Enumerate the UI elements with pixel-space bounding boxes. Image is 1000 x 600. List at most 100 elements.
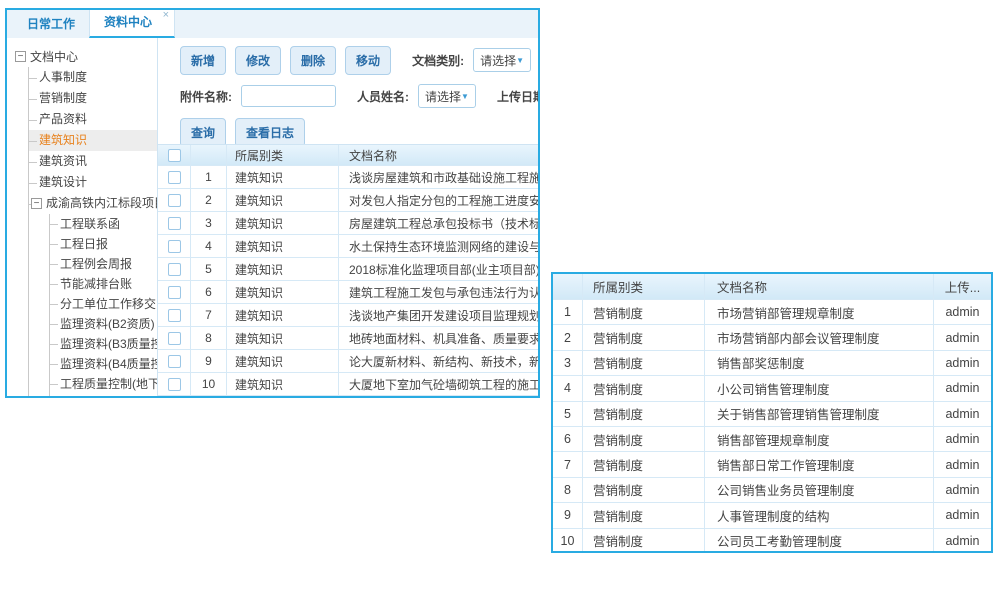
table-row[interactable]: 2 营销制度 市场营销部内部会议管理制度 admin [553, 325, 991, 350]
row-docname: 地砖地面材料、机具准备、质量要求及... [339, 327, 538, 349]
collapse-icon[interactable]: − [31, 198, 42, 209]
query-button[interactable]: 查询 [180, 118, 226, 147]
toolbar-row-query: 查询 查看日志 [180, 120, 538, 144]
row-uploader: admin [934, 325, 991, 349]
add-button[interactable]: 新增 [180, 46, 226, 75]
tree-item-project-clipped[interactable]: 工程质量控制 [50, 394, 157, 396]
close-icon[interactable]: × [163, 9, 169, 21]
row-uploader: admin [934, 529, 991, 553]
tree-item-project-8[interactable]: 工程质量控制(地下室) [50, 374, 157, 394]
tree-item-project-1[interactable]: 工程日报 [50, 234, 157, 254]
num-header [553, 274, 583, 299]
row-docname: 房屋建筑工程总承包投标书（技术标）... [339, 212, 538, 234]
doc-category-select[interactable]: 请选择 ▼ [473, 48, 531, 72]
tab-data-center-label: 资料中心 [104, 15, 152, 29]
tree-item-renshi[interactable]: 人事制度 [29, 67, 157, 88]
row-checkbox[interactable] [168, 355, 181, 368]
row-uploader: admin [934, 351, 991, 375]
row-num: 7 [553, 452, 583, 476]
tree-root-document-center[interactable]: − 文档中心 [15, 46, 157, 67]
row-checkbox[interactable] [168, 309, 181, 322]
doc-category-label: 文档类别: [412, 52, 464, 69]
tree-item-project-2[interactable]: 工程例会周报 [50, 254, 157, 274]
tree-item-project-3[interactable]: 节能减排台账 [50, 274, 157, 294]
row-checkbox[interactable] [168, 171, 181, 184]
row-category: 营销制度 [583, 503, 705, 527]
table-row[interactable]: 9 营销制度 人事管理制度的结构 admin [553, 503, 991, 528]
row-docname: 人事管理制度的结构 [705, 503, 934, 527]
chevron-down-icon: ▼ [516, 56, 524, 65]
tree-item-project-6[interactable]: 监理资料(B3质量控制) [50, 334, 157, 354]
num-header [191, 145, 227, 165]
tree-item-jianzhu-zixun[interactable]: 建筑资讯 [29, 151, 157, 172]
table-row[interactable]: 3 建筑知识 房屋建筑工程总承包投标书（技术标）... [158, 212, 538, 235]
collapse-icon[interactable]: − [15, 51, 26, 62]
docname-header: 文档名称 [339, 145, 538, 165]
documents-table: 所属别类 文档名称 1 建筑知识 浅谈房屋建筑和市政基础设施工程施工... 2 … [158, 144, 538, 396]
move-button[interactable]: 移动 [345, 46, 391, 75]
row-docname: 2018标准化监理项目部(业主项目部)人员... [339, 258, 538, 280]
row-docname: 对发包人指定分包的工程施工进度安排... [339, 189, 538, 211]
table-row[interactable]: 6 营销制度 销售部管理规章制度 admin [553, 427, 991, 452]
delete-button[interactable]: 删除 [290, 46, 336, 75]
table-row[interactable]: 1 营销制度 市场营销部管理规章制度 admin [553, 300, 991, 325]
row-checkbox[interactable] [168, 378, 181, 391]
row-num: 4 [553, 376, 583, 400]
tree-item-project-7[interactable]: 监理资料(B4质量控制) [50, 354, 157, 374]
row-docname: 销售部日常工作管理制度 [705, 452, 934, 476]
table-row[interactable]: 8 建筑知识 地砖地面材料、机具准备、质量要求及... [158, 327, 538, 350]
row-uploader: admin [934, 402, 991, 426]
tree-item-project-4[interactable]: 分工单位工作移交 [50, 294, 157, 314]
table-row[interactable]: 2 建筑知识 对发包人指定分包的工程施工进度安排... [158, 189, 538, 212]
table-row[interactable]: 9 建筑知识 论大厦新材料、新结构、新技术，新工... [158, 350, 538, 373]
table-row[interactable]: 3 营销制度 销售部奖惩制度 admin [553, 351, 991, 376]
edit-button[interactable]: 修改 [235, 46, 281, 75]
table-row[interactable]: 7 营销制度 销售部日常工作管理制度 admin [553, 452, 991, 477]
tree-item-jianzhu-zhishi[interactable]: 建筑知识 [29, 130, 157, 151]
select-all-checkbox[interactable] [168, 149, 181, 162]
tab-data-center[interactable]: 资料中心 × [89, 8, 175, 38]
tab-daily-work[interactable]: 日常工作 [13, 9, 89, 38]
table-row[interactable]: 5 建筑知识 2018标准化监理项目部(业主项目部)人员... [158, 258, 538, 281]
tree-item-yingxiao[interactable]: 营销制度 [29, 88, 157, 109]
person-name-select[interactable]: 请选择 ▼ [418, 84, 476, 108]
tree-item-jianzhu-sheji[interactable]: 建筑设计 [29, 172, 157, 193]
row-uploader: admin [934, 427, 991, 451]
tree-item-project-0[interactable]: 工程联系函 [50, 214, 157, 234]
row-num: 8 [191, 327, 227, 349]
row-docname: 建筑工程施工发包与承包违法行为认定... [339, 281, 538, 303]
table-row[interactable]: 4 营销制度 小公司销售管理制度 admin [553, 376, 991, 401]
row-category: 营销制度 [583, 351, 705, 375]
row-category: 建筑知识 [227, 212, 339, 234]
marketing-documents-table: 所属别类 文档名称 上传... 1 营销制度 市场营销部管理规章制度 admin… [551, 272, 993, 553]
row-checkbox[interactable] [168, 263, 181, 276]
row-docname: 销售部奖惩制度 [705, 351, 934, 375]
table-row[interactable]: 8 营销制度 公司销售业务员管理制度 admin [553, 478, 991, 503]
table-row[interactable]: 6 建筑知识 建筑工程施工发包与承包违法行为认定... [158, 281, 538, 304]
tree-item-project-5[interactable]: 监理资料(B2资质) [50, 314, 157, 334]
table-row[interactable]: 7 建筑知识 浅谈地产集团开发建设项目监理规划编... [158, 304, 538, 327]
table-row[interactable]: 10 营销制度 公司员工考勤管理制度 admin [553, 529, 991, 553]
row-num: 5 [553, 402, 583, 426]
tree-item-chanpin[interactable]: 产品资料 [29, 109, 157, 130]
table-row[interactable]: 10 建筑知识 大厦地下室加气砼墙砌筑工程的施工方... [158, 373, 538, 396]
attachment-name-input[interactable] [241, 85, 336, 107]
table-row[interactable]: 5 营销制度 关于销售部管理销售管理制度 admin [553, 402, 991, 427]
row-uploader: admin [934, 300, 991, 324]
table-row[interactable]: 1 建筑知识 浅谈房屋建筑和市政基础设施工程施工... [158, 166, 538, 189]
row-checkbox[interactable] [168, 332, 181, 345]
row-checkbox[interactable] [168, 217, 181, 230]
row-checkbox[interactable] [168, 194, 181, 207]
table-row[interactable]: 4 建筑知识 水土保持生态环境监测网络的建设与资... [158, 235, 538, 258]
row-num: 10 [191, 373, 227, 395]
view-log-button[interactable]: 查看日志 [235, 118, 305, 147]
row-category: 营销制度 [583, 376, 705, 400]
row-category: 营销制度 [583, 452, 705, 476]
row-num: 4 [191, 235, 227, 257]
row-num: 3 [553, 351, 583, 375]
row-checkbox[interactable] [168, 240, 181, 253]
tree-branch-project[interactable]: − 成渝高铁内江标段项目 [29, 193, 157, 214]
row-uploader: admin [934, 478, 991, 502]
row-category: 营销制度 [583, 402, 705, 426]
row-checkbox[interactable] [168, 286, 181, 299]
